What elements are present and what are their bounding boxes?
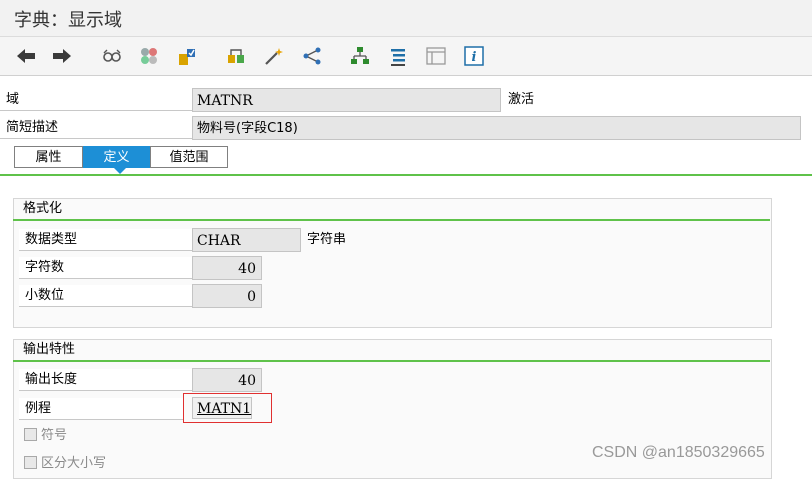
sign-label: 符号 [41, 428, 68, 443]
short-description-label: 简短描述 [0, 117, 192, 139]
output-length-field[interactable]: 40 [192, 368, 262, 392]
output-panel-title: 输出特性 [23, 342, 76, 357]
svg-text:i: i [472, 50, 477, 65]
display-glasses-icon[interactable] [100, 44, 124, 68]
number-of-chars-field[interactable]: 40 [192, 256, 262, 280]
tab-attributes[interactable]: 属性 [14, 146, 83, 168]
short-description-field[interactable]: 物料号(字段C18) [192, 116, 801, 140]
forward-arrow-icon[interactable] [50, 44, 74, 68]
case-sensitive-label: 区分大小写 [41, 456, 107, 471]
layout-icon[interactable] [424, 44, 448, 68]
sign-checkbox[interactable] [24, 428, 37, 441]
hierarchy-icon[interactable] [348, 44, 372, 68]
toggle-other-icon[interactable] [137, 44, 161, 68]
decimal-places-label: 小数位 [19, 285, 192, 307]
output-length-label: 输出长度 [19, 369, 192, 391]
info-icon[interactable]: i [462, 44, 486, 68]
activate-icon[interactable] [224, 44, 248, 68]
back-arrow-icon[interactable] [14, 44, 38, 68]
number-of-chars-label: 字符数 [19, 257, 192, 279]
domain-field[interactable]: MATNR [192, 88, 501, 112]
case-sensitive-checkbox[interactable] [24, 456, 37, 469]
case-sensitive-checkbox-row[interactable]: 区分大小写 [24, 453, 106, 475]
domain-label: 域 [0, 89, 192, 111]
magic-wand-icon[interactable] [262, 44, 286, 68]
toolbar: i [0, 37, 812, 76]
highlight-box [183, 393, 272, 423]
status-text: 激活 [508, 92, 535, 107]
check-icon[interactable] [175, 44, 199, 68]
list-icon[interactable] [386, 44, 410, 68]
tab-definition[interactable]: 定义 [83, 146, 150, 168]
format-panel-title: 格式化 [23, 201, 63, 216]
data-type-field[interactable]: CHAR [192, 228, 301, 252]
tab-divider [0, 174, 812, 176]
data-type-label: 数据类型 [19, 229, 192, 251]
output-panel-divider [13, 360, 770, 362]
where-used-icon[interactable] [300, 44, 324, 68]
sign-checkbox-row[interactable]: 符号 [24, 425, 67, 447]
window-title: 字典：显示域 [14, 10, 122, 31]
format-panel-divider [13, 219, 770, 221]
data-type-description: 字符串 [307, 232, 347, 247]
tab-value-range[interactable]: 值范围 [150, 146, 228, 168]
watermark: CSDN @an1850329665 [592, 444, 765, 461]
conversion-routine-label: 例程 [19, 398, 183, 420]
decimal-places-field[interactable]: 0 [192, 284, 262, 308]
title-bar: 字典：显示域 [0, 0, 812, 37]
